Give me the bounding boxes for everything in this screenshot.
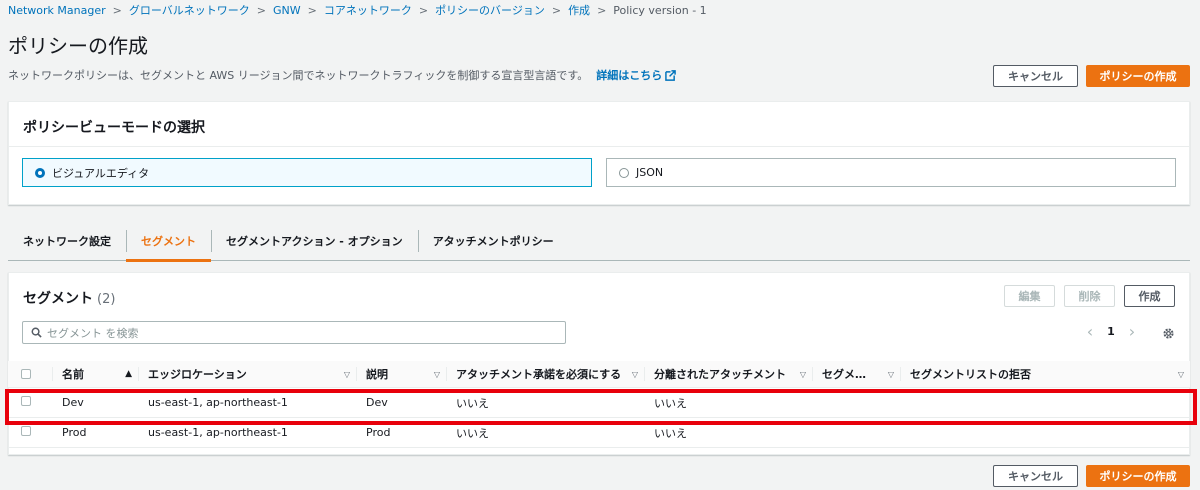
- tab-segments[interactable]: セグメント: [126, 222, 211, 262]
- tab-bar: ネットワーク設定 セグメント セグメントアクション - オプション アタッチメン…: [8, 222, 1190, 262]
- col-require-accept[interactable]: アタッチメント承諾を必須にする ▽: [446, 361, 644, 388]
- col-isolated-label: 分離されたアタッチメント: [654, 368, 786, 381]
- breadcrumb-create[interactable]: 作成: [568, 2, 590, 18]
- view-mode-panel: ポリシービューモードの選択: [8, 101, 1190, 205]
- gear-icon[interactable]: [1162, 327, 1175, 340]
- sort-icon: ▽: [799, 369, 806, 379]
- cell-desc: Prod: [356, 417, 446, 448]
- radio-visual-editor[interactable]: ビジュアルエディタ: [22, 158, 592, 187]
- cell-require-accept: いいえ: [446, 387, 644, 418]
- search-icon: [31, 327, 42, 338]
- radio-selected-icon: [35, 167, 45, 178]
- chevron-right-icon: >: [597, 3, 607, 17]
- sort-icon: ▽: [343, 369, 350, 379]
- segments-title: セグメント: [23, 291, 93, 307]
- cell-isolated: いいえ: [644, 417, 812, 448]
- cell-require-accept: いいえ: [446, 417, 644, 448]
- select-all-checkbox[interactable]: [21, 369, 31, 379]
- segment-search-field[interactable]: セグメント を検索: [22, 321, 566, 344]
- description-text: ネットワークポリシーは、セグメントと AWS リージョン間でネットワークトラフィ…: [8, 69, 589, 82]
- sort-asc-icon: ▲: [125, 369, 132, 379]
- current-page[interactable]: 1: [1097, 325, 1125, 338]
- external-link-icon: [665, 69, 677, 81]
- col-segment-label: セグメ…: [822, 368, 866, 381]
- cell-isolated: いいえ: [644, 387, 812, 418]
- cell-edge: us-east-1, ap-northeast-1: [138, 387, 356, 418]
- radio-json-label: JSON: [636, 166, 664, 179]
- search-placeholder: セグメント を検索: [47, 326, 139, 340]
- chevron-right-icon: >: [112, 3, 122, 17]
- chevron-right-icon: >: [307, 3, 317, 17]
- cell-edge: us-east-1, ap-northeast-1: [138, 417, 356, 448]
- col-isolated[interactable]: 分離されたアタッチメント ▽: [644, 361, 812, 388]
- footer-create-policy-button[interactable]: ポリシーの作成: [1086, 465, 1190, 487]
- next-page-button[interactable]: ›: [1125, 322, 1139, 341]
- breadcrumb-core-network[interactable]: コアネットワーク: [324, 2, 412, 18]
- col-desc-label: 説明: [366, 368, 388, 381]
- sort-icon: ▽: [1177, 369, 1184, 379]
- footer-cancel-button[interactable]: キャンセル: [993, 465, 1078, 487]
- radio-unselected-icon: [619, 167, 629, 178]
- cell-segment: [812, 387, 900, 418]
- header-select: [8, 361, 52, 388]
- chevron-right-icon: >: [551, 3, 562, 17]
- breadcrumb-network-manager[interactable]: Network Manager: [8, 4, 106, 17]
- col-edge-label: エッジロケーション: [148, 368, 247, 381]
- tab-segment-actions[interactable]: セグメントアクション - オプション: [211, 222, 418, 261]
- tab-attachment-policy[interactable]: アタッチメントポリシー: [417, 222, 569, 261]
- breadcrumb-global-network[interactable]: グローバルネットワーク: [129, 2, 250, 18]
- row-checkbox[interactable]: [21, 426, 31, 436]
- radio-visual-editor-label: ビジュアルエディタ: [52, 166, 150, 180]
- breadcrumb-policy-versions[interactable]: ポリシーのバージョン: [435, 2, 545, 18]
- chevron-right-icon: >: [256, 3, 266, 17]
- segments-table: 名前 ▲ エッジロケーション ▽ 説明 ▽ アタッチメント承諾を必須にする ▽ 分離され…: [8, 361, 1190, 448]
- prev-page-button[interactable]: ‹: [1083, 322, 1097, 341]
- cell-deny-list: [900, 417, 1190, 448]
- create-policy-button[interactable]: ポリシーの作成: [1086, 65, 1190, 87]
- table-row[interactable]: Prod us-east-1, ap-northeast-1 Prod いいえ …: [8, 417, 1190, 448]
- sort-icon: ▽: [433, 369, 440, 379]
- cell-segment: [812, 417, 900, 448]
- divider: [9, 146, 1189, 147]
- segments-count: (2): [97, 292, 116, 307]
- col-edge[interactable]: エッジロケーション ▽: [138, 361, 356, 388]
- sort-icon: ▽: [887, 369, 894, 379]
- col-require-accept-label: アタッチメント承諾を必須にする: [456, 368, 622, 381]
- breadcrumb-current: Policy version - 1: [613, 3, 707, 17]
- delete-segment-button[interactable]: 削除: [1064, 285, 1115, 307]
- radio-json[interactable]: JSON: [606, 158, 1176, 187]
- table-row[interactable]: Dev us-east-1, ap-northeast-1 Dev いいえ いい…: [8, 387, 1190, 418]
- col-segment[interactable]: セグメ… ▽: [812, 361, 900, 388]
- breadcrumb-gnw[interactable]: GNW: [273, 4, 301, 17]
- cell-name: Prod: [52, 417, 138, 448]
- cell-deny-list: [900, 387, 1190, 418]
- segments-header: セグメント (2): [23, 288, 115, 308]
- chevron-right-icon: >: [418, 3, 429, 17]
- col-name-label: 名前: [62, 368, 84, 381]
- col-name[interactable]: 名前 ▲: [52, 361, 138, 388]
- col-desc[interactable]: 説明 ▽: [356, 361, 446, 388]
- tab-network-settings[interactable]: ネットワーク設定: [8, 222, 126, 261]
- row-checkbox[interactable]: [21, 396, 31, 406]
- cancel-button[interactable]: キャンセル: [993, 65, 1078, 87]
- learn-more-link[interactable]: 詳細はこちら: [596, 67, 677, 83]
- view-mode-title: ポリシービューモードの選択: [23, 120, 205, 136]
- col-deny-list-label: セグメントリストの拒否: [910, 368, 1031, 381]
- page-description: ネットワークポリシーは、セグメントと AWS リージョン間でネットワークトラフィ…: [8, 67, 677, 83]
- table-header-row: 名前 ▲ エッジロケーション ▽ 説明 ▽ アタッチメント承諾を必須にする ▽ 分離され…: [8, 361, 1190, 388]
- cell-name: Dev: [52, 387, 138, 418]
- sort-icon: ▽: [631, 369, 638, 379]
- cell-desc: Dev: [356, 387, 446, 418]
- breadcrumb: Network Manager > グローバルネットワーク > GNW > コア…: [8, 2, 707, 18]
- learn-more-label: 詳細はこちら: [596, 69, 663, 82]
- pagination: ‹ 1 ›: [1083, 322, 1139, 341]
- page-title: ポリシーの作成: [8, 34, 148, 58]
- edit-segment-button[interactable]: 編集: [1004, 285, 1055, 307]
- col-deny-list[interactable]: セグメントリストの拒否 ▽: [900, 361, 1190, 388]
- create-segment-button[interactable]: 作成: [1124, 285, 1175, 307]
